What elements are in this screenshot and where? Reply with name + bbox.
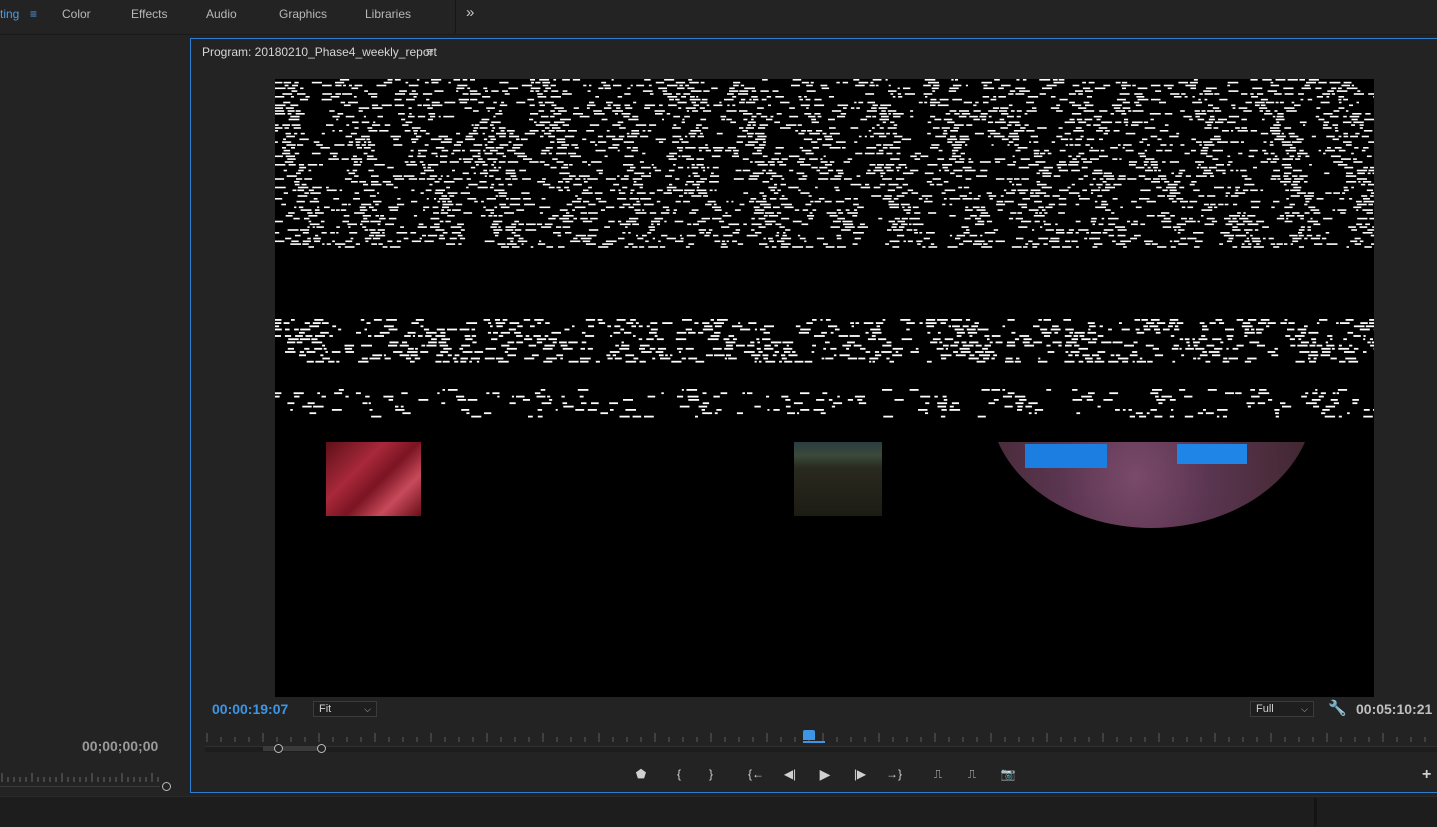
step-back-button[interactable]: ◀|	[780, 764, 800, 784]
waveform-noise-bottom	[275, 389, 1374, 419]
workspace-tab-libraries[interactable]: Libraries	[365, 0, 411, 28]
workspace-tab-audio[interactable]: Audio	[206, 0, 237, 28]
panel-menu-icon[interactable]: ≡	[426, 44, 434, 59]
source-time-ruler[interactable]	[0, 772, 160, 782]
workspace-tab-editing[interactable]: ting	[0, 0, 19, 28]
video-thumbnail-meeting-room	[989, 442, 1314, 528]
play-button[interactable]: ▶	[817, 764, 833, 784]
timeline-panel-header	[0, 796, 1437, 827]
workspace-menu-icon[interactable]: ≡	[30, 0, 37, 28]
source-timecode[interactable]: 00;00;00;00	[82, 738, 158, 754]
waveform-noise-top	[275, 79, 1374, 259]
playback-resolution-value: Full	[1256, 703, 1274, 715]
meeting-room-image	[989, 442, 1314, 528]
zoom-handle-left[interactable]	[274, 744, 283, 753]
more-workspaces-icon[interactable]: »	[466, 0, 474, 28]
workspace-divider	[455, 0, 456, 33]
chevron-down-icon: ⌵	[364, 702, 371, 716]
workspace-tab-effects[interactable]: Effects	[131, 0, 167, 28]
zoom-level-value: Fit	[319, 703, 331, 715]
playhead-indicator	[803, 741, 825, 743]
workspace-bar: ting ≡ Color Effects Audio Graphics Libr…	[0, 0, 1437, 35]
add-marker-button[interactable]: ⬟	[634, 764, 648, 784]
go-to-in-button[interactable]: {←	[746, 764, 766, 784]
zoom-scroll-bar[interactable]	[263, 746, 323, 751]
program-video-frame[interactable]	[275, 79, 1374, 697]
workspace-tab-graphics[interactable]: Graphics	[279, 0, 327, 28]
extract-button[interactable]: ⎍	[962, 764, 982, 784]
playhead-timecode[interactable]: 00:00:19:07	[212, 701, 288, 717]
workspace-tab-color[interactable]: Color	[62, 0, 91, 28]
duration-timecode: 00:05:10:21	[1356, 701, 1432, 717]
settings-wrench-icon[interactable]: 🔧	[1328, 699, 1347, 717]
waveform-noise-middle	[275, 319, 1374, 364]
mark-in-button[interactable]: {	[672, 764, 686, 784]
source-monitor-panel: 00;00;00;00 +	[0, 38, 186, 794]
go-to-out-button[interactable]: →}	[884, 764, 904, 784]
program-monitor-panel: Program: 20180210_Phase4_weekly_report ≡…	[190, 38, 1437, 793]
panel-divider[interactable]	[1314, 798, 1317, 826]
mark-out-button[interactable]: }	[704, 764, 718, 784]
playback-resolution-select[interactable]: Full ⌵	[1250, 701, 1314, 717]
playhead-marker[interactable]	[803, 730, 815, 740]
button-editor-icon[interactable]: +	[1422, 766, 1431, 784]
export-frame-button[interactable]: 📷	[999, 764, 1017, 784]
zoom-handle-right[interactable]	[317, 744, 326, 753]
zoom-scroll-track[interactable]	[205, 746, 1437, 752]
step-forward-button[interactable]: |▶	[850, 764, 870, 784]
source-scroll-track[interactable]	[0, 786, 160, 787]
video-thumbnail-circuit-board	[794, 442, 882, 516]
lift-button[interactable]: ⎍	[928, 764, 948, 784]
monitor-screen	[1177, 444, 1247, 464]
monitor-screen	[1025, 444, 1107, 468]
video-thumbnail-red	[326, 442, 421, 516]
source-zoom-handle[interactable]	[162, 782, 171, 791]
program-title[interactable]: Program: 20180210_Phase4_weekly_report	[202, 45, 437, 59]
zoom-level-select[interactable]: Fit ⌵	[313, 701, 377, 717]
chevron-down-icon: ⌵	[1301, 702, 1308, 716]
